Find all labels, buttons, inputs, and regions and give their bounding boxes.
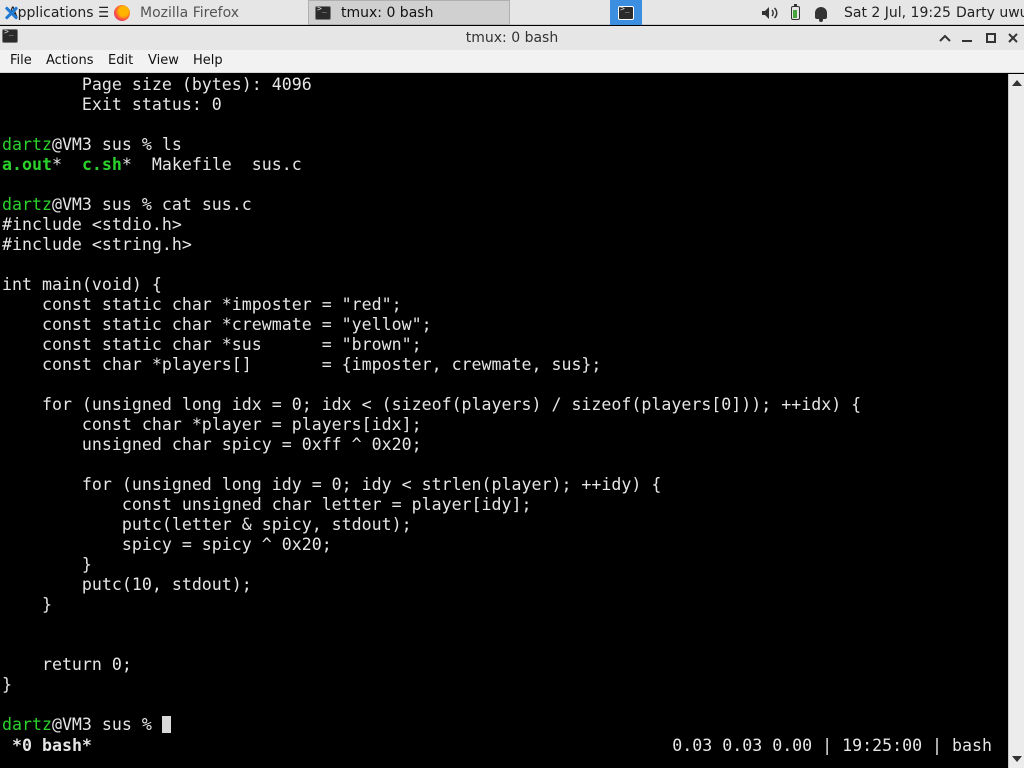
ls-item-executable: c.sh	[81, 155, 122, 174]
code-line: const static char *sus = "brown";	[2, 335, 422, 354]
taskbar-firefox[interactable]: Mozilla Firefox	[108, 0, 308, 25]
menu-bar: File Actions Edit View Help	[0, 50, 1024, 73]
code-line: for (unsigned long idy = 0; idy < strlen…	[2, 475, 662, 494]
command-text: ls	[161, 135, 182, 154]
prompt-host: @VM3 sus %	[51, 195, 162, 214]
terminal-icon	[315, 4, 331, 20]
code-line: putc(letter & spicy, stdout);	[2, 515, 412, 534]
maximize-icon[interactable]	[982, 29, 1000, 47]
code-line: spicy = spicy ^ 0x20;	[2, 535, 332, 554]
code-line: const char *players[] = {imposter, crewm…	[2, 355, 602, 374]
ls-item-executable: a.out	[2, 155, 52, 174]
window-titlebar[interactable]: tmux: 0 bash	[0, 26, 1024, 50]
code-line: unsigned char spicy = 0xff ^ 0x20;	[2, 435, 422, 454]
vertical-scrollbar[interactable]	[1008, 74, 1024, 768]
tmux-window-list[interactable]: *0 bash*	[12, 736, 92, 755]
prompt-line: dartz@VM3 sus % ls	[2, 135, 861, 155]
command-text: cat sus.c	[161, 195, 252, 214]
menu-view[interactable]: View	[148, 53, 179, 68]
firefox-icon	[114, 4, 130, 21]
window-title: tmux: 0 bash	[465, 30, 559, 46]
terminal-line: Page size (bytes): 4096	[2, 75, 312, 94]
code-line: return 0;	[2, 655, 132, 674]
menu-file[interactable]: File	[10, 53, 32, 68]
ls-output: a.out* c.sh* Makefile sus.c	[2, 155, 861, 175]
taskbar-tmux-label: tmux: 0 bash	[341, 4, 434, 21]
tmux-status-info: 0.03 0.03 0.00 | 19:25:00 | bash	[672, 736, 992, 755]
battery-icon[interactable]	[788, 0, 802, 25]
prompt-user: dartz	[2, 135, 52, 154]
code-line: const unsigned char letter = player[idy]…	[2, 495, 532, 514]
code-line: const static char *imposter = "red";	[2, 295, 402, 314]
menu-edit[interactable]: Edit	[108, 53, 133, 68]
taskbar-firefox-label: Mozilla Firefox	[140, 4, 240, 21]
applications-menu-button[interactable]: Applications ☰	[0, 0, 108, 25]
scroll-up-arrow-icon[interactable]	[1012, 80, 1022, 86]
workspace-button[interactable]	[610, 0, 642, 25]
text-cursor[interactable]	[161, 716, 171, 733]
code-line: }	[2, 675, 12, 694]
user-menu[interactable]: Darty uwu	[956, 0, 1024, 25]
prompt-line: dartz@VM3 sus % cat sus.c	[2, 195, 861, 215]
prompt-host: @VM3 sus %	[51, 135, 162, 154]
clock[interactable]: Sat 2 Jul, 19:25	[844, 0, 951, 25]
code-line: int main(void) {	[2, 275, 162, 294]
prompt-line[interactable]: dartz@VM3 sus %	[2, 715, 861, 735]
code-line: const static char *crewmate = "yellow";	[2, 315, 432, 334]
code-line: putc(10, stdout);	[2, 575, 252, 594]
code-line: }	[2, 555, 92, 574]
code-line: const char *player = players[idx];	[2, 415, 422, 434]
terminal-line: Exit status: 0	[2, 95, 222, 114]
minimize-icon[interactable]	[958, 29, 976, 47]
volume-icon[interactable]	[760, 0, 780, 25]
taskbar-tmux[interactable]: tmux: 0 bash	[308, 0, 510, 25]
code-line: #include <stdio.h>	[2, 215, 182, 234]
chevron-up-icon[interactable]	[936, 29, 954, 47]
terminal-icon	[618, 4, 634, 20]
code-line: }	[2, 595, 52, 614]
notification-bell-icon[interactable]	[812, 0, 830, 25]
menu-help[interactable]: Help	[193, 53, 223, 68]
terminal-area[interactable]: Page size (bytes): 4096 Exit status: 0 d…	[0, 74, 1024, 768]
code-line: #include <string.h>	[2, 235, 192, 254]
ls-separator: *	[51, 155, 82, 174]
applications-label: Applications ☰	[8, 4, 108, 21]
scroll-down-arrow-icon[interactable]	[1012, 756, 1022, 762]
terminal-output: Page size (bytes): 4096 Exit status: 0 d…	[2, 75, 861, 735]
top-panel: Applications ☰ Mozilla Firefox tmux: 0 b…	[0, 0, 1024, 25]
prompt-user: dartz	[2, 715, 52, 734]
ls-item-files: * Makefile sus.c	[121, 155, 302, 174]
close-icon[interactable]	[1004, 29, 1022, 47]
code-line: for (unsigned long idx = 0; idx < (sizeo…	[2, 395, 862, 414]
prompt-user: dartz	[2, 195, 52, 214]
prompt-host: @VM3 sus %	[51, 715, 162, 734]
menu-actions[interactable]: Actions	[46, 53, 94, 68]
